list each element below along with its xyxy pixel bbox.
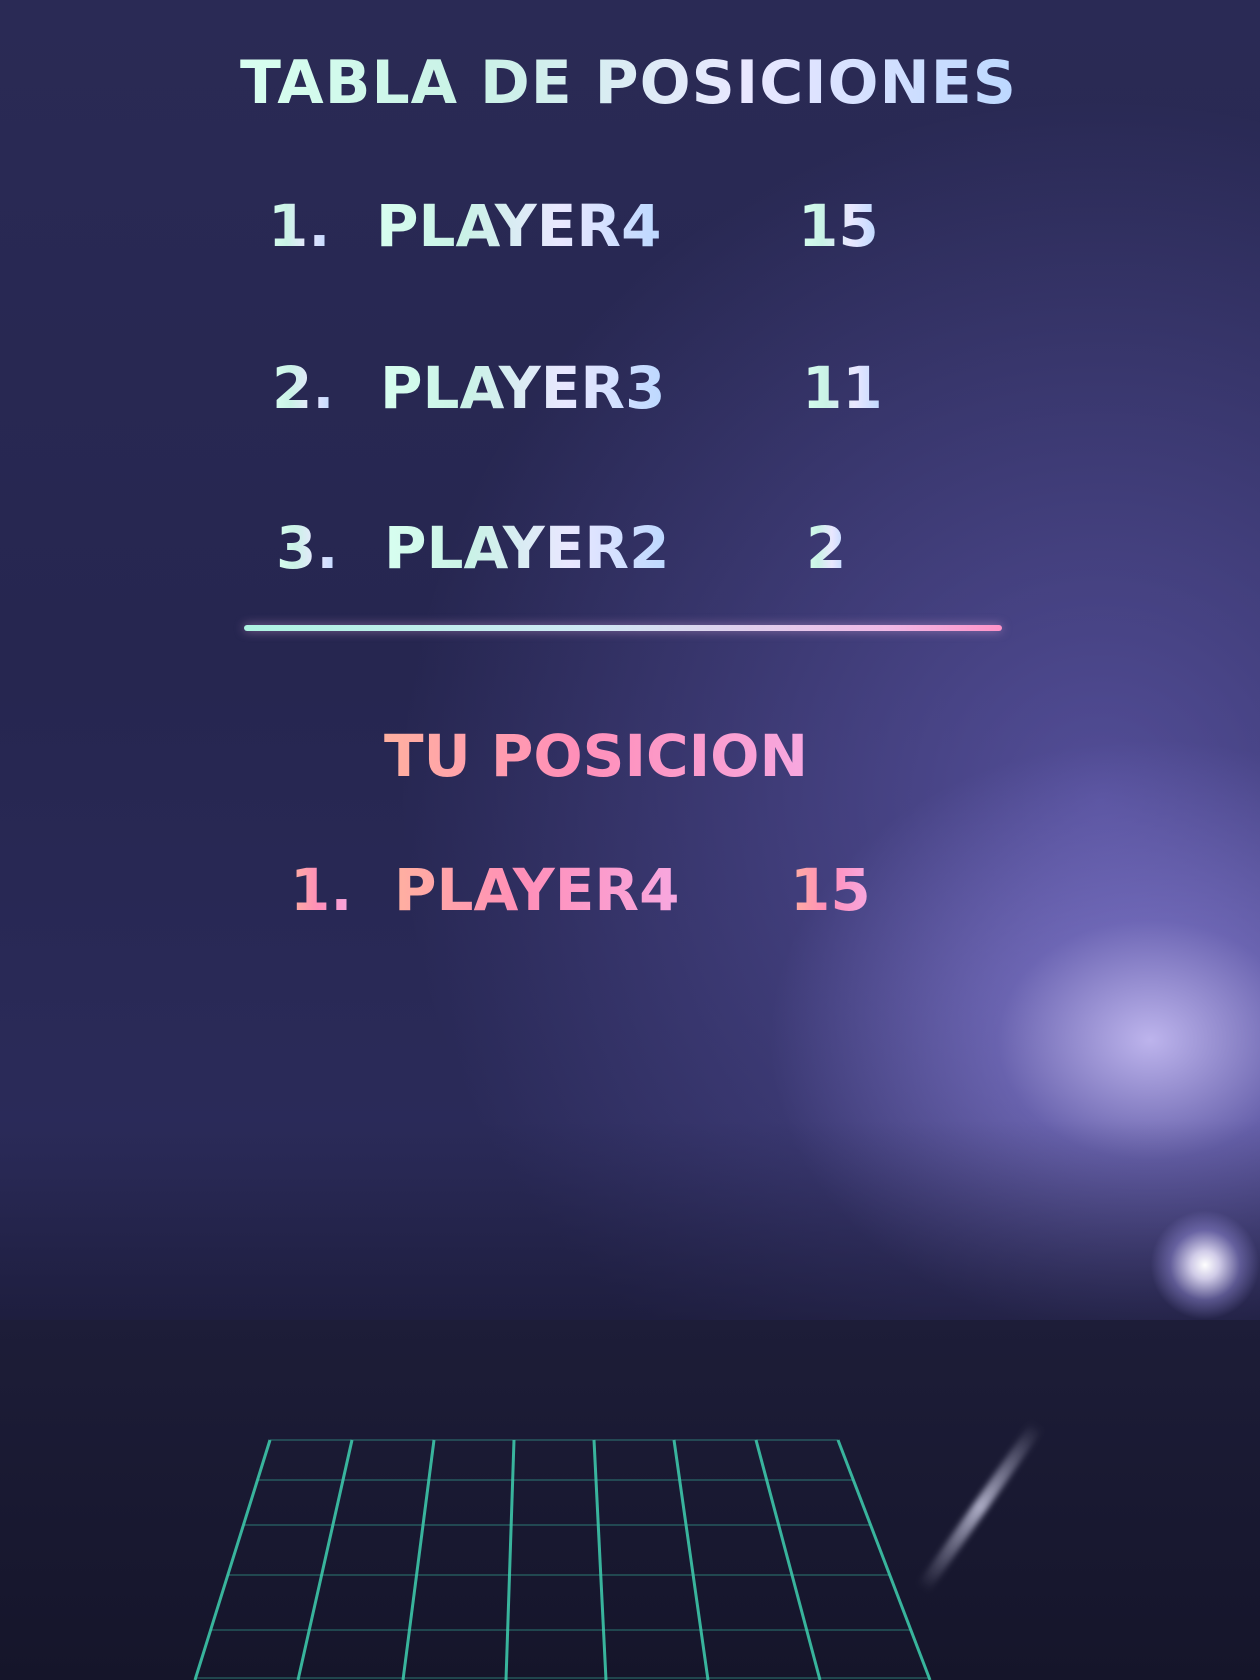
grid-line-vertical — [754, 1439, 822, 1680]
player-name: PLAYER4 — [376, 192, 662, 260]
player-name: PLAYER4 — [394, 856, 680, 924]
player-score: 15 — [798, 192, 879, 260]
player-name: PLAYER2 — [384, 514, 670, 582]
game-screen: TABLA DE POSICIONES 1. PLAYER4 15 2. PLA… — [0, 0, 1260, 1680]
rank-number: 2. — [272, 354, 335, 422]
grid-line-vertical — [193, 1439, 272, 1680]
player-score: 2 — [806, 514, 847, 582]
grid-line-vertical — [592, 1439, 608, 1680]
rank-number: 3. — [276, 514, 339, 582]
grid-line-vertical — [296, 1439, 354, 1680]
light-flare — [1150, 1210, 1260, 1320]
neon-floor-grid — [193, 1439, 932, 1680]
player-score: 11 — [802, 354, 883, 422]
grid-line-vertical — [504, 1439, 516, 1680]
grid-line-vertical — [672, 1439, 710, 1680]
player-name: PLAYER3 — [380, 354, 666, 422]
grid-line-vertical — [836, 1439, 932, 1680]
player-score: 15 — [790, 856, 871, 924]
floor-shadow — [0, 1120, 1260, 1330]
section-divider — [244, 625, 1002, 631]
rank-number: 1. — [268, 192, 331, 260]
rank-number: 1. — [290, 856, 353, 924]
leaderboard-title: TABLA DE POSICIONES — [240, 48, 1017, 118]
grid-line-vertical — [401, 1439, 436, 1680]
your-position-title: TU POSICION — [384, 722, 809, 790]
